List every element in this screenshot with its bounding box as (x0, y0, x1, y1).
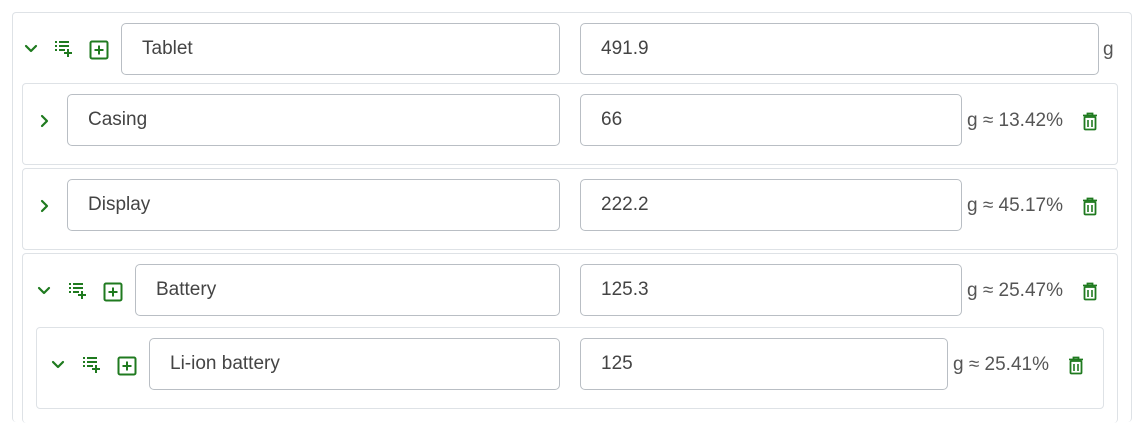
chevron-right-icon[interactable] (34, 195, 56, 217)
trash-icon[interactable] (1079, 280, 1101, 302)
chevron-down-icon[interactable] (20, 38, 42, 60)
mass-share-label: g ≈ 13.42% (967, 110, 1063, 131)
mass-share-label: g ≈ 25.47% (967, 280, 1063, 301)
component-name-input[interactable] (121, 23, 560, 75)
plus-box-icon[interactable] (102, 281, 124, 303)
plus-box-icon[interactable] (88, 39, 110, 61)
component-name-input[interactable] (149, 338, 560, 390)
plus-box-icon[interactable] (116, 355, 138, 377)
playlist-add-icon[interactable] (81, 354, 103, 376)
unit-label: g (1103, 39, 1114, 60)
trash-icon[interactable] (1079, 110, 1101, 132)
component-name-input[interactable] (135, 264, 560, 316)
component-mass-input[interactable] (580, 264, 962, 316)
component-name-input[interactable] (67, 179, 560, 231)
mass-share-label: g ≈ 25.41% (953, 354, 1049, 375)
playlist-add-icon[interactable] (53, 38, 75, 60)
component-mass-input[interactable] (580, 179, 962, 231)
chevron-right-icon[interactable] (34, 110, 56, 132)
component-mass-input[interactable] (580, 23, 1099, 75)
chevron-down-icon[interactable] (33, 280, 55, 302)
playlist-add-icon[interactable] (67, 280, 89, 302)
trash-icon[interactable] (1065, 354, 1087, 376)
component-mass-input[interactable] (580, 94, 962, 146)
component-mass-input[interactable] (580, 338, 948, 390)
component-name-input[interactable] (67, 94, 560, 146)
mass-share-label: g ≈ 45.17% (967, 195, 1063, 216)
trash-icon[interactable] (1079, 195, 1101, 217)
chevron-down-icon[interactable] (47, 354, 69, 376)
